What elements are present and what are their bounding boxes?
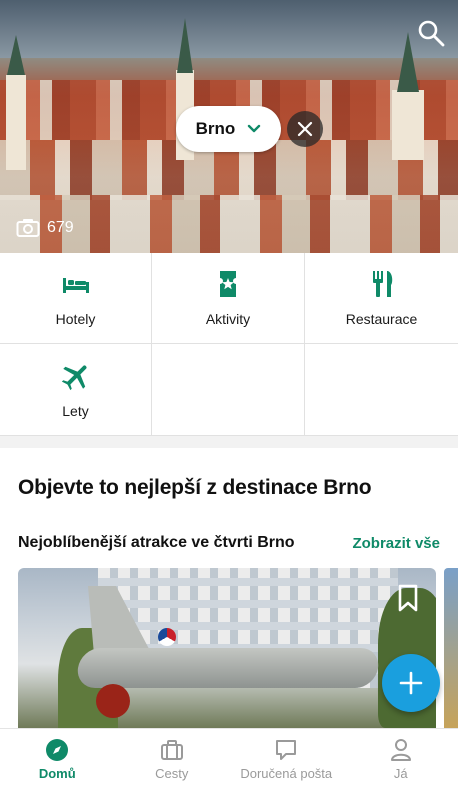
city-name: Brno bbox=[195, 119, 236, 138]
category-hotels[interactable]: Hotely bbox=[0, 253, 152, 344]
fork-knife-icon bbox=[372, 271, 392, 297]
person-icon bbox=[390, 739, 411, 761]
see-all-link[interactable]: Zobrazit vše bbox=[352, 535, 440, 552]
photo-count[interactable]: 679 bbox=[16, 218, 74, 238]
nav-label: Domů bbox=[38, 766, 76, 781]
nav-home[interactable]: Domů bbox=[0, 729, 115, 790]
camera-icon bbox=[16, 219, 40, 237]
bookmark-icon[interactable] bbox=[398, 584, 418, 612]
attraction-card-next[interactable] bbox=[444, 568, 458, 728]
photo-count-label: 679 bbox=[47, 219, 74, 236]
section-divider bbox=[0, 436, 458, 448]
compass-icon bbox=[46, 739, 69, 761]
category-grid: Hotely Aktivity Restaurace Lety bbox=[0, 253, 458, 436]
card-roundel bbox=[158, 628, 176, 646]
add-button[interactable] bbox=[382, 654, 440, 712]
nav-label: Cesty bbox=[155, 766, 189, 781]
hero-spire bbox=[7, 35, 25, 75]
search-icon[interactable] bbox=[416, 18, 446, 48]
ticket-icon bbox=[220, 271, 236, 297]
chevron-down-icon bbox=[248, 124, 261, 133]
category-restaurants[interactable]: Restaurace bbox=[305, 253, 458, 344]
city-selector[interactable]: Brno bbox=[176, 106, 281, 152]
category-empty bbox=[152, 344, 305, 436]
suitcase-icon bbox=[160, 740, 183, 760]
nav-profile[interactable]: Já bbox=[344, 729, 458, 790]
nav-label: Doručená pošta bbox=[240, 766, 333, 781]
card-wheel bbox=[96, 684, 130, 718]
attractions-title: Nejoblíbenější atrakce ve čtvrti Brno bbox=[18, 534, 295, 551]
attraction-card[interactable] bbox=[18, 568, 436, 728]
category-label: Lety bbox=[62, 402, 89, 419]
hero-tower bbox=[392, 90, 424, 160]
card-jet-body bbox=[75, 648, 381, 688]
bed-icon bbox=[62, 278, 89, 293]
bottom-navigation: Domů Cesty Doručená pošta Já bbox=[0, 728, 458, 790]
nav-inbox[interactable]: Doručená pošta bbox=[229, 729, 344, 790]
category-flights[interactable]: Lety bbox=[0, 344, 152, 436]
category-empty bbox=[305, 344, 458, 436]
category-label: Hotely bbox=[55, 311, 96, 327]
category-label: Aktivity bbox=[205, 311, 251, 327]
hero-sky bbox=[0, 0, 458, 58]
nav-trips[interactable]: Cesty bbox=[115, 729, 230, 790]
close-button[interactable] bbox=[287, 111, 323, 147]
plus-icon bbox=[399, 671, 423, 695]
category-label: Restaurace bbox=[345, 311, 418, 327]
chat-bubble-icon bbox=[276, 740, 297, 760]
hero-tower bbox=[6, 75, 26, 170]
hero-spire bbox=[177, 18, 193, 73]
nav-label: Já bbox=[393, 766, 408, 781]
close-icon bbox=[297, 121, 313, 137]
attractions-header: Nejoblíbenější atrakce ve čtvrti Brno Zo… bbox=[18, 534, 440, 552]
category-activities[interactable]: Aktivity bbox=[152, 253, 305, 344]
section-title: Objevte to nejlepší z destinace Brno bbox=[18, 476, 372, 499]
airplane-icon bbox=[61, 365, 86, 390]
